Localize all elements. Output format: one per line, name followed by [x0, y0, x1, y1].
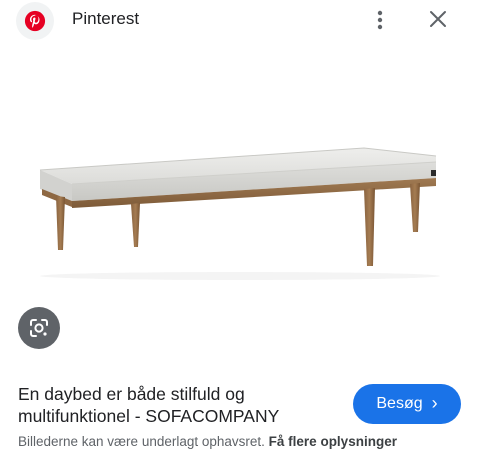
google-lens-icon[interactable] [18, 307, 60, 349]
result-title[interactable]: En daybed er både stilfuld og multifunkt… [18, 383, 338, 427]
copyright-notice: Billederne kan være underlagt ophavsret.… [18, 434, 478, 449]
visit-button-label: Besøg [376, 395, 423, 412]
product-image[interactable] [0, 44, 480, 356]
site-name: Pinterest [72, 9, 140, 28]
more-vert-icon[interactable] [366, 6, 394, 34]
pinterest-logo-icon[interactable] [16, 2, 54, 40]
close-icon[interactable] [424, 5, 452, 33]
copyright-text: Billederne kan være underlagt ophavsret. [18, 434, 265, 449]
more-info-link[interactable]: Få flere oplysninger [269, 434, 397, 449]
chevron-right-icon: › [431, 393, 438, 413]
visit-button[interactable]: Besøg › [353, 384, 461, 424]
header-bar: Pinterest [0, 0, 480, 40]
